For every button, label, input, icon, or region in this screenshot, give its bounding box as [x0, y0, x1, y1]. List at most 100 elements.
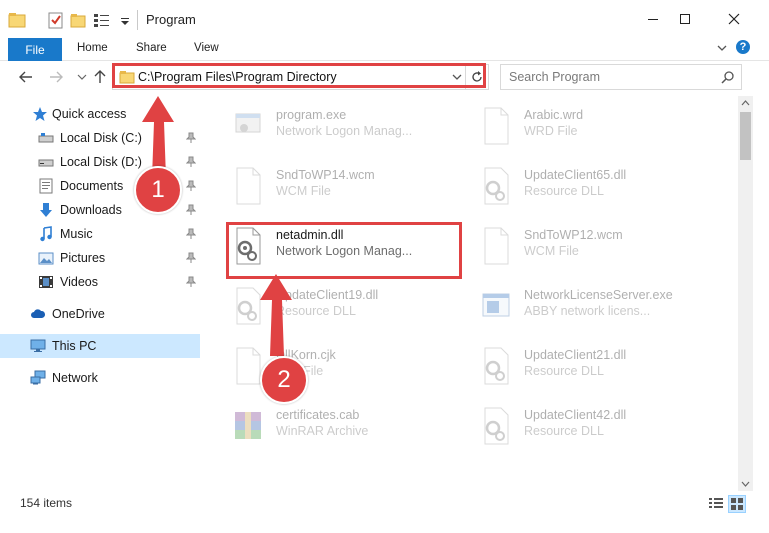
help-icon: ?	[739, 41, 747, 53]
address-highlight-box	[112, 63, 486, 88]
properties-icon[interactable]	[48, 10, 64, 30]
search-placeholder[interactable]: Search Program	[509, 70, 600, 84]
sidebar-item-network[interactable]: Network	[0, 366, 200, 390]
scroll-up-arrow-icon[interactable]	[738, 96, 753, 110]
callout-badge-1: 1	[134, 166, 182, 214]
videos-icon	[39, 276, 53, 288]
item-count: 154 items	[20, 496, 73, 510]
network-icon	[30, 370, 46, 385]
file-description: WCM File	[524, 244, 579, 258]
forward-arrow-icon[interactable]	[48, 69, 64, 85]
tiles-view-button[interactable]	[728, 495, 746, 513]
help-button[interactable]: ?	[736, 40, 750, 54]
details-view-icon[interactable]	[708, 496, 724, 510]
dll-icon	[484, 347, 509, 385]
back-arrow-icon[interactable]	[18, 69, 34, 85]
sidebar-item-this-pc[interactable]: This PC	[0, 334, 200, 358]
close-button[interactable]	[711, 0, 757, 38]
close-icon	[728, 13, 740, 25]
exe-icon	[235, 113, 261, 133]
expand-ribbon-chevron-icon[interactable]	[716, 40, 728, 56]
tab-view[interactable]: View	[194, 42, 219, 54]
archive-icon	[235, 412, 261, 439]
file-item[interactable]: UpdateClient42.dll Resource DLL	[480, 402, 710, 448]
tab-file[interactable]: File	[8, 38, 62, 61]
documents-icon	[39, 178, 53, 194]
pin-icon	[186, 276, 196, 287]
tab-home[interactable]: Home	[77, 42, 108, 54]
vertical-scrollbar[interactable]	[738, 96, 753, 491]
sidebar-item-videos[interactable]: Videos	[0, 270, 200, 294]
window-title: Program	[146, 12, 196, 27]
file-name: Arabic.wrd	[524, 108, 584, 122]
file-description: Resource DLL	[524, 424, 604, 438]
dll-icon	[484, 167, 509, 205]
computer-icon	[30, 339, 46, 352]
file-name: SndToWP14.wcm	[276, 168, 375, 182]
blank-file-icon	[484, 227, 509, 265]
download-icon	[40, 203, 52, 217]
dll-icon	[484, 407, 509, 445]
sidebar-item-label: Downloads	[60, 203, 122, 217]
callout-arrow-2	[260, 274, 292, 356]
file-item[interactable]: UpdateClient65.dll Resource DLL	[480, 162, 710, 208]
file-item[interactable]: UpdateClient21.dll Resource DLL	[480, 342, 710, 388]
drive-icon	[38, 133, 54, 143]
file-item[interactable]: SndToWP12.wcm WCM File	[480, 222, 710, 268]
sidebar-item-pictures[interactable]: Pictures	[0, 246, 200, 270]
sidebar-item-label: OneDrive	[52, 307, 105, 321]
file-description: Resource DLL	[524, 364, 604, 378]
sidebar-item-label: Pictures	[60, 251, 106, 265]
file-name: NetworkLicenseServer.exe	[524, 288, 673, 302]
file-description: WCM File	[276, 184, 331, 198]
pin-icon	[186, 252, 196, 263]
file-description: Resource DLL	[524, 184, 604, 198]
up-arrow-icon[interactable]	[92, 69, 108, 85]
customize-toolbar-caret-icon[interactable]	[120, 10, 130, 30]
scroll-down-arrow-icon[interactable]	[738, 477, 753, 491]
scrollbar-thumb[interactable]	[740, 112, 751, 160]
file-description: WRD File	[524, 124, 578, 138]
file-name: certificates.cab	[276, 408, 360, 422]
new-folder-icon[interactable]	[70, 10, 86, 30]
search-box[interactable]: Search Program	[500, 64, 742, 90]
recent-locations-chevron-icon[interactable]	[74, 69, 90, 85]
folder-icon	[8, 13, 26, 28]
sidebar-item-label: Network	[52, 371, 98, 385]
file-item[interactable]: Arabic.wrd WRD File	[480, 102, 710, 148]
file-name: UpdateClient21.dll	[524, 348, 627, 362]
sidebar-item-label: This PC	[52, 339, 97, 353]
blank-file-icon	[236, 167, 261, 205]
minimize-icon	[648, 19, 658, 20]
file-name: program.exe	[276, 108, 347, 122]
sidebar-item-label: Music	[60, 227, 93, 241]
title-bar: Program	[0, 0, 769, 38]
file-item[interactable]: NetworkLicenseServer.exe ABBY network li…	[480, 282, 710, 328]
file-description: ABBY network licens...	[524, 304, 651, 318]
sidebar-item-onedrive[interactable]: OneDrive	[0, 302, 200, 326]
music-icon	[40, 226, 52, 242]
file-name: UpdateClient65.dll	[524, 168, 627, 182]
file-item[interactable]: program.exe Network Logon Manag...	[232, 102, 462, 148]
sidebar-item-label: Documents	[60, 179, 124, 193]
tab-share[interactable]: Share	[136, 42, 167, 54]
maximize-icon	[680, 14, 690, 24]
pictures-icon	[38, 252, 54, 265]
status-bar: 154 items	[0, 491, 769, 515]
file-name: SndToWP12.wcm	[524, 228, 623, 242]
file-description: Network Logon Manag...	[276, 124, 413, 138]
search-icon[interactable]	[721, 70, 735, 84]
file-explorer-window: Program File Home Share View ? C:\Progra…	[0, 0, 769, 533]
drive-icon	[38, 159, 54, 167]
blank-file-icon	[484, 107, 509, 145]
pin-icon	[186, 204, 196, 215]
file-item[interactable]: certificates.cab WinRAR Archive	[232, 402, 462, 448]
callout-badge-2: 2	[260, 356, 308, 404]
ribbon-bar	[0, 38, 769, 61]
sidebar-item-label: Videos	[60, 275, 98, 289]
maximize-button[interactable]	[662, 0, 708, 38]
list-view-icon[interactable]	[92, 10, 112, 30]
file-item[interactable]: SndToWP14.wcm WCM File	[232, 162, 462, 208]
pin-icon	[186, 228, 196, 239]
sidebar-item-music[interactable]: Music	[0, 222, 200, 246]
